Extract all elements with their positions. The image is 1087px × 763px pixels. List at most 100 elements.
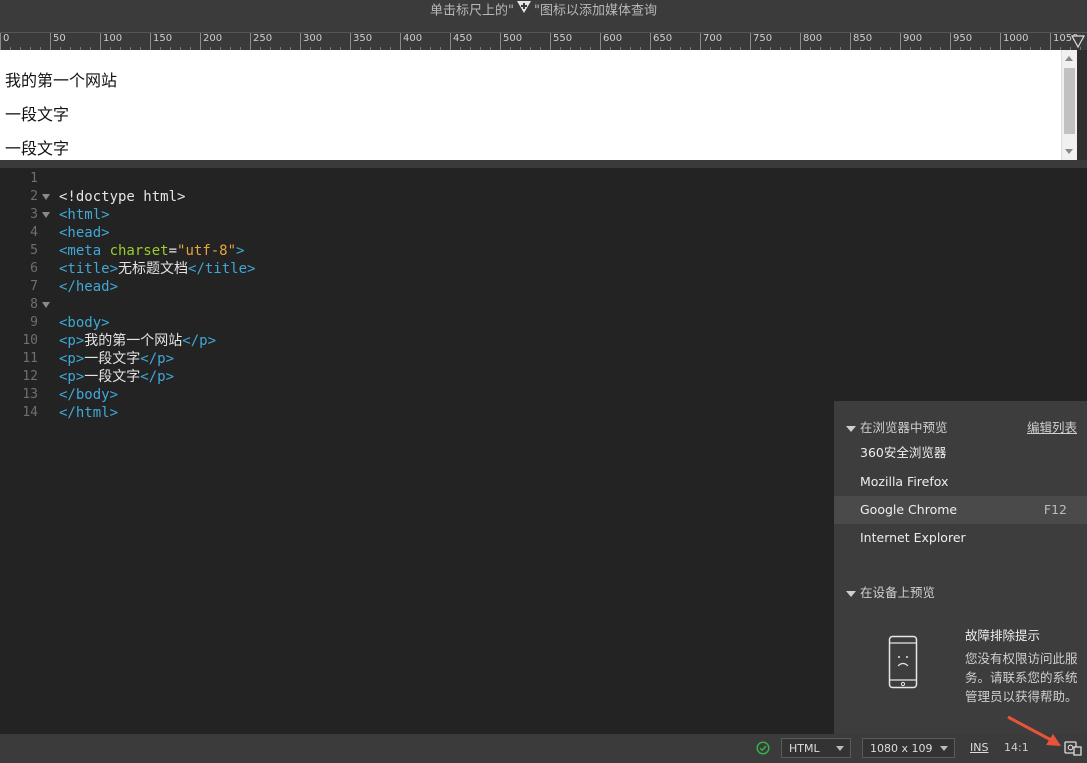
language-select[interactable]: HTML bbox=[781, 738, 851, 758]
ruler-tick-label: 750 bbox=[753, 33, 773, 44]
scroll-up-icon[interactable] bbox=[1065, 56, 1073, 61]
code-line[interactable]: </head> bbox=[0, 260, 118, 295]
fold-toggle-icon[interactable] bbox=[42, 212, 50, 218]
code-line[interactable]: <meta charset="utf-8"> bbox=[0, 224, 244, 259]
media-query-bar: 单击标尺上的" "图标以添加媒体查询 bbox=[0, 0, 1087, 32]
code-line[interactable]: <html> bbox=[0, 188, 110, 223]
ruler-major-tick bbox=[600, 33, 601, 51]
troubleshoot-title: 故障排除提示 bbox=[965, 628, 1041, 643]
browser-preview-header[interactable]: 在浏览器中预览 bbox=[846, 417, 948, 436]
tag-token: <p> bbox=[59, 351, 85, 367]
ruler-tick-label: 650 bbox=[653, 33, 673, 44]
ruler-major-tick bbox=[150, 33, 151, 51]
tag-token: <p> bbox=[59, 369, 85, 385]
tag-token: </html> bbox=[59, 405, 119, 421]
browser-item-label: Google Chrome bbox=[860, 502, 958, 517]
annotation-arrow-icon bbox=[1005, 714, 1065, 754]
code-line[interactable]: </body> bbox=[0, 368, 118, 403]
doctype-token: <!doctype html> bbox=[59, 189, 186, 205]
ruler[interactable]: 0 50 100 150 200 250 300 350 400 450 500 550 600 650 7… bbox=[0, 32, 1087, 51]
tag-token: </title> bbox=[188, 261, 256, 277]
attr-token: charset bbox=[109, 243, 169, 259]
scroll-thumb[interactable] bbox=[1064, 68, 1075, 134]
ruler-tick-label: 600 bbox=[603, 33, 623, 44]
browser-item-chrome[interactable]: Google Chrome F12 bbox=[834, 496, 1087, 524]
window-size-select[interactable]: 1080 x 109 bbox=[862, 738, 955, 758]
browser-item-firefox[interactable]: Mozilla Firefox bbox=[834, 468, 1087, 496]
language-value: HTML bbox=[789, 742, 820, 755]
code-line[interactable]: <title>无标题文档</title> bbox=[0, 242, 255, 277]
fold-toggle-icon[interactable] bbox=[42, 302, 50, 308]
code-line[interactable]: <body> bbox=[0, 296, 110, 331]
no-errors-check-icon[interactable] bbox=[756, 741, 770, 758]
ruler-major-tick bbox=[550, 33, 551, 51]
live-view-scrollbar[interactable] bbox=[1061, 50, 1077, 160]
media-query-hint-before: 单击标尺上的" bbox=[430, 3, 514, 19]
scroll-down-icon[interactable] bbox=[1065, 149, 1073, 154]
ruler-major-tick bbox=[400, 33, 401, 51]
equals-token: = bbox=[168, 243, 178, 259]
device-section-title: 在设备上预览 bbox=[860, 585, 936, 600]
tag-token: </p> bbox=[182, 333, 217, 349]
live-paragraph-3: 一段文字 bbox=[5, 139, 70, 158]
browser-item-360[interactable]: 360安全浏览器 bbox=[834, 439, 1087, 467]
fold-toggle-icon[interactable] bbox=[42, 194, 50, 200]
ruler-major-tick bbox=[450, 33, 451, 51]
ruler-tick-label: 100 bbox=[103, 33, 123, 44]
code-line[interactable]: </html> bbox=[0, 386, 118, 421]
tag-token: </p> bbox=[140, 369, 175, 385]
ruler-tick-label: 350 bbox=[353, 33, 373, 44]
ruler-major-tick bbox=[100, 33, 101, 51]
tag-token: </p> bbox=[140, 351, 175, 367]
ruler-major-tick bbox=[700, 33, 701, 51]
ruler-tick-label: 550 bbox=[553, 33, 573, 44]
troubleshoot-message: 您没有权限访问此服务。请联系您的系统管理员以获得帮助。 bbox=[965, 651, 1078, 704]
string-token: "utf-8" bbox=[177, 243, 237, 259]
edit-list-link[interactable]: 编辑列表 bbox=[1027, 417, 1077, 436]
ruler-major-tick bbox=[650, 33, 651, 51]
text-token: 一段文字 bbox=[84, 351, 141, 367]
tag-token: <title> bbox=[59, 261, 119, 277]
ruler-tick-label: 400 bbox=[403, 33, 423, 44]
preview-panel: 在浏览器中预览 编辑列表 360安全浏览器 Mozilla Firefox Go… bbox=[834, 401, 1087, 734]
collapse-triangle-icon[interactable] bbox=[846, 590, 856, 597]
text-token: 我的第一个网站 bbox=[84, 333, 183, 349]
ruler-major-tick bbox=[800, 33, 801, 51]
text-token: 一段文字 bbox=[84, 369, 141, 385]
ruler-tick-label: 850 bbox=[853, 33, 873, 44]
window-size-value: 1080 x 109 bbox=[870, 742, 933, 755]
collapse-triangle-icon[interactable] bbox=[846, 425, 856, 432]
tag-token: <meta bbox=[59, 243, 110, 259]
browser-item-label: 360安全浏览器 bbox=[860, 445, 947, 460]
code-line[interactable]: <p>我的第一个网站</p> bbox=[0, 314, 216, 349]
ruler-tick-label: 200 bbox=[203, 33, 223, 44]
live-view-side-strip bbox=[1077, 50, 1087, 160]
device-preview-header[interactable]: 在设备上预览 bbox=[846, 582, 935, 601]
live-view[interactable]: 我的第一个网站 一段文字 一段文字 bbox=[0, 50, 1061, 160]
chevron-down-icon bbox=[836, 746, 844, 751]
ruler-major-tick bbox=[850, 33, 851, 51]
tag-token: </head> bbox=[59, 279, 119, 295]
browser-item-label: Mozilla Firefox bbox=[860, 474, 949, 489]
view-splitter[interactable] bbox=[0, 160, 1087, 168]
code-line[interactable]: <head> bbox=[0, 206, 110, 241]
code-line[interactable]: <!doctype html> bbox=[0, 170, 185, 205]
insert-mode-toggle[interactable]: INS bbox=[970, 741, 988, 754]
browser-item-ie[interactable]: Internet Explorer bbox=[834, 524, 1087, 552]
live-paragraph-1: 我的第一个网站 bbox=[5, 71, 118, 90]
browser-section-title: 在浏览器中预览 bbox=[860, 420, 948, 435]
ruler-tick-label: 500 bbox=[503, 33, 523, 44]
browser-shortcut-key: F12 bbox=[1043, 502, 1067, 517]
tag-token: <html> bbox=[59, 207, 110, 223]
chevron-down-icon bbox=[940, 746, 948, 751]
status-bar: HTML 1080 x 109 INS 14:1 bbox=[0, 734, 1087, 763]
tag-token: </body> bbox=[59, 387, 119, 403]
tag-token: <body> bbox=[59, 315, 110, 331]
code-line[interactable]: <p>一段文字</p> bbox=[0, 350, 174, 385]
code-line[interactable]: <p>一段文字</p> bbox=[0, 332, 174, 367]
ruler-major-tick bbox=[50, 33, 51, 51]
ruler-tick-label: 950 bbox=[953, 33, 973, 44]
ruler-major-tick bbox=[250, 33, 251, 51]
real-time-preview-icon[interactable] bbox=[1064, 740, 1082, 759]
ruler-tick-label: 300 bbox=[303, 33, 323, 44]
